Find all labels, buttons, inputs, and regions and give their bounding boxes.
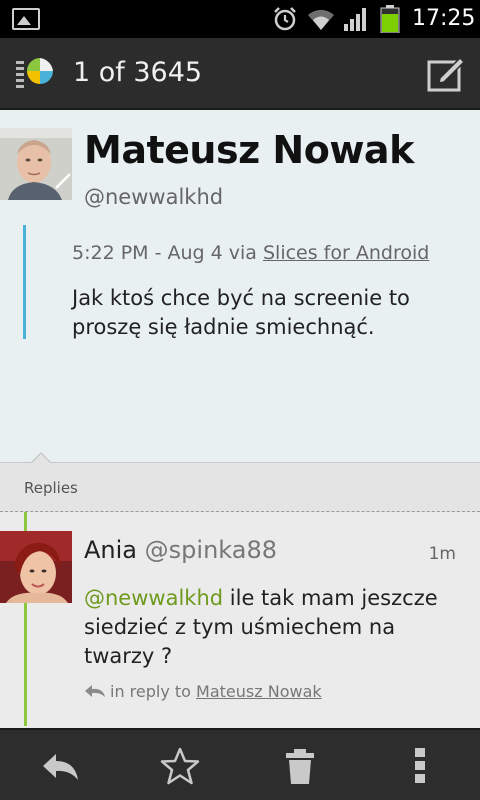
signal-icon: [344, 8, 366, 31]
reply-author[interactable]: Ania @spinka88: [84, 536, 277, 564]
trash-icon[interactable]: [280, 746, 320, 786]
battery-icon: [380, 5, 400, 33]
star-icon[interactable]: [160, 746, 200, 786]
slices-logo-icon[interactable]: [16, 55, 54, 93]
reply-timestamp: 1m: [428, 544, 456, 564]
tweet-author-name[interactable]: Mateusz Nowak: [84, 128, 414, 172]
wifi-icon: [308, 9, 334, 30]
tweet-detail: Mateusz Nowak @newwalkhd 5:22 PM - Aug 4…: [0, 110, 480, 462]
mention-link[interactable]: @newwalkhd: [84, 586, 223, 610]
avatar[interactable]: [0, 128, 72, 200]
bottom-toolbar: [0, 728, 480, 800]
tweet-meta: 5:22 PM - Aug 4 via Slices for Android: [72, 242, 429, 264]
page-title: 1 of 3645: [73, 57, 203, 88]
replies-label: Replies: [24, 479, 78, 497]
reply-arrow-icon: [85, 685, 105, 697]
status-bar: 17:25: [0, 0, 480, 38]
tweet-client-link[interactable]: Slices for Android: [263, 242, 429, 264]
tweet-date: - Aug 4 via: [148, 242, 263, 264]
tweet-author-handle[interactable]: @newwalkhd: [84, 185, 223, 209]
clock: 17:25: [412, 6, 476, 31]
in-reply-to-link[interactable]: Mateusz Nowak: [196, 682, 322, 701]
in-reply-prefix: in reply to: [110, 682, 197, 701]
action-bar: 1 of 3645: [0, 38, 480, 110]
alarm-icon: [274, 7, 296, 31]
in-reply-to: in reply to Mateusz Nowak: [84, 682, 322, 701]
reply-icon[interactable]: [40, 746, 80, 786]
compose-icon[interactable]: [426, 54, 466, 94]
replies-header: Replies: [0, 452, 480, 512]
reply-author-handle: @spinka88: [144, 536, 277, 564]
list-item[interactable]: Ania @spinka88 1m @newwalkhd ile tak mam…: [0, 512, 480, 728]
reply-author-name: Ania: [84, 536, 138, 564]
tweet-accent-bar: [23, 225, 26, 339]
avatar[interactable]: [0, 531, 72, 603]
tweet-text: Jak ktoś chce być na screenie to proszę …: [72, 286, 410, 339]
tweet-time: 5:22 PM: [72, 242, 149, 264]
gallery-icon: [12, 8, 40, 30]
overflow-menu-icon[interactable]: [400, 746, 440, 786]
reply-text: @newwalkhd ile tak mam jeszcze siedzieć …: [84, 584, 464, 671]
